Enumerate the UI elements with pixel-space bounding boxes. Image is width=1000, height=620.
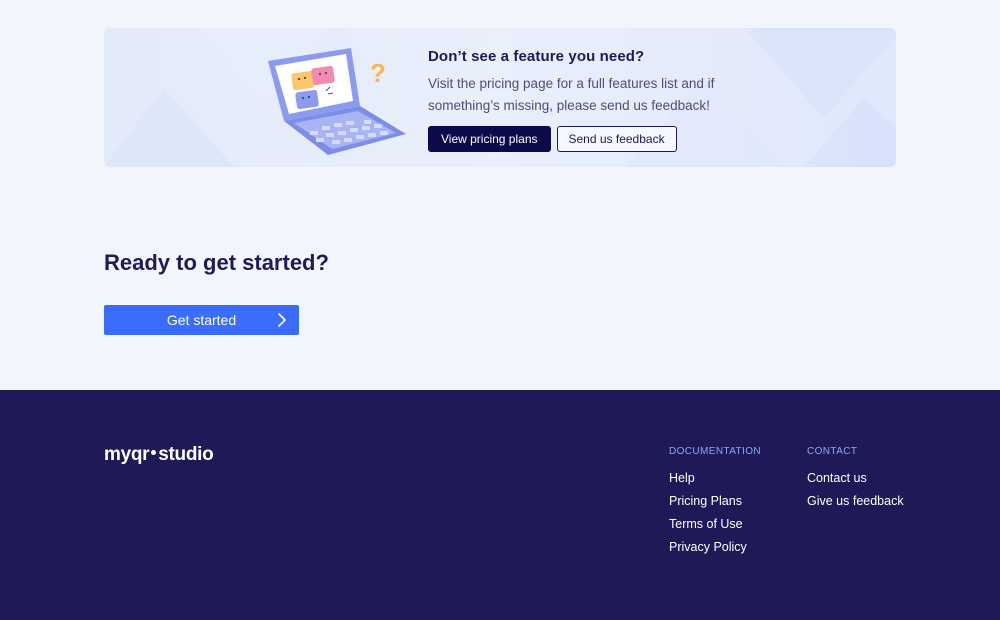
page: ? Don’t see a feature you need? Visit th… [0,0,1000,620]
footer-link-help[interactable]: Help [669,467,761,490]
get-started-label: Get started [166,312,237,328]
footer-link-privacy-policy[interactable]: Privacy Policy [669,536,761,559]
banner-title: Don’t see a feature you need? [428,48,645,65]
footer-link-terms-of-use[interactable]: Terms of Use [669,513,761,536]
chevron-right-icon [278,313,286,327]
view-pricing-plans-button[interactable]: View pricing plans [428,126,551,152]
svg-text:?: ? [370,58,386,88]
documentation-heading: DOCUMENTATION [669,446,762,457]
documentation-column: DOCUMENTATION Help Pricing Plans Terms o… [669,446,761,559]
contact-column: CONTACT Contact us Give us feedback [807,446,904,513]
footer: myqr studio DOCUMENTATION Help Pricing Pl… [0,390,1000,620]
feature-banner: ? Don’t see a feature you need? Visit th… [104,28,896,167]
footer-link-contact-us[interactable]: Contact us [807,467,904,490]
banner-description: Visit the pricing page for a full featur… [428,76,715,113]
banner-text: Don’t see a feature you need? Visit the … [428,48,868,152]
send-feedback-button[interactable]: Send us feedback [556,126,677,152]
footer-link-pricing-plans[interactable]: Pricing Plans [669,490,761,513]
laptop-puzzle-illustration: ? [268,48,406,155]
logo-dot [151,450,157,456]
cta-title: Ready to get started? [104,250,329,275]
logo-text-left: myqr [104,444,150,465]
banner-buttons: View pricing plans Send us feedback [428,126,868,152]
footer-logo[interactable]: myqr studio [104,444,214,466]
footer-link-give-feedback[interactable]: Give us feedback [807,490,904,513]
get-started-button[interactable]: Get started [104,305,299,335]
contact-heading: CONTACT [807,446,858,457]
logo-text-right: studio [158,444,214,465]
